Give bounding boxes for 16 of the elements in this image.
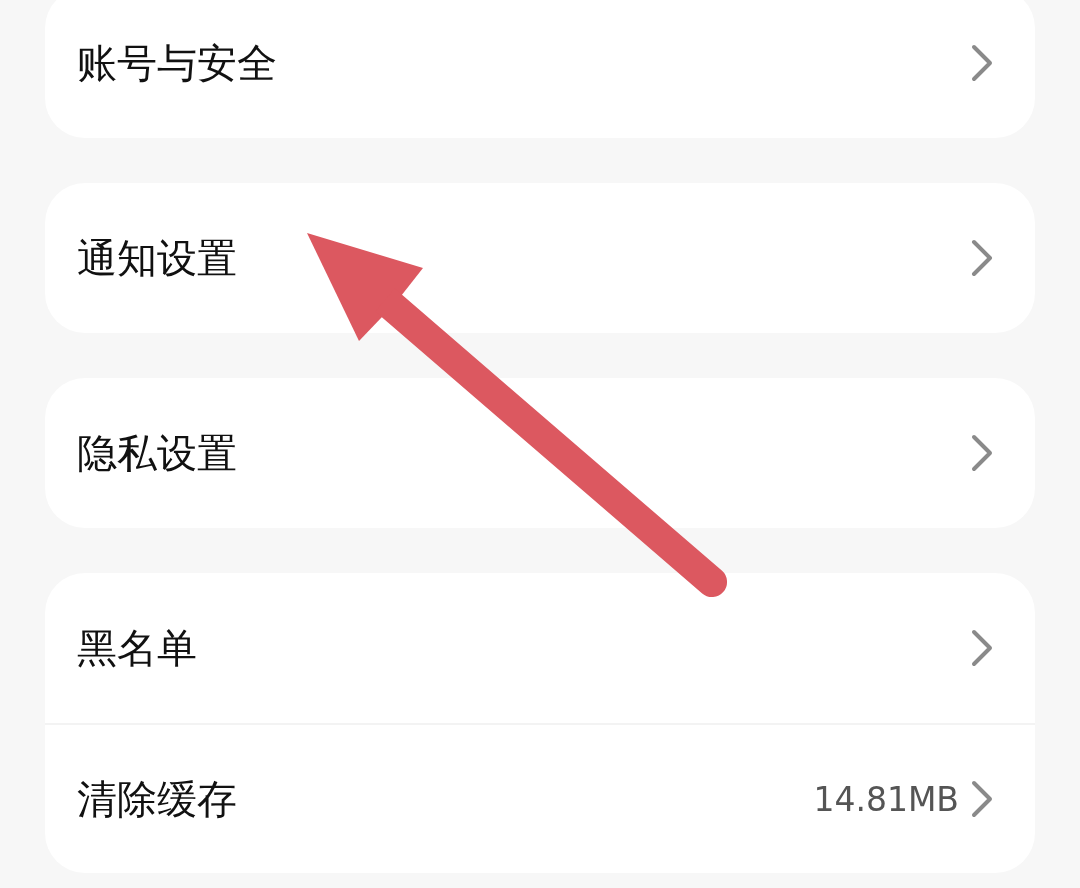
settings-item[interactable]: 隐私设置 [45, 378, 1035, 528]
chevron-right-icon [971, 434, 993, 472]
settings-item[interactable]: 通知设置 [45, 183, 1035, 333]
chevron-right-icon [971, 629, 993, 667]
item-label: 黑名单 [77, 623, 198, 673]
settings-item[interactable]: 账号与安全 [45, 0, 1035, 138]
chevron-right-icon [971, 780, 993, 818]
item-label: 通知设置 [77, 233, 238, 283]
item-value: 14.81MB [813, 779, 959, 819]
settings-item[interactable]: 黑名单 [45, 573, 1035, 723]
settings-item[interactable]: 清除缓存 14.81MB [45, 723, 1035, 873]
item-label: 账号与安全 [77, 38, 278, 88]
chevron-right-icon [971, 239, 993, 277]
item-label: 隐私设置 [77, 428, 238, 478]
item-label: 清除缓存 [77, 774, 238, 824]
chevron-right-icon [971, 44, 993, 82]
